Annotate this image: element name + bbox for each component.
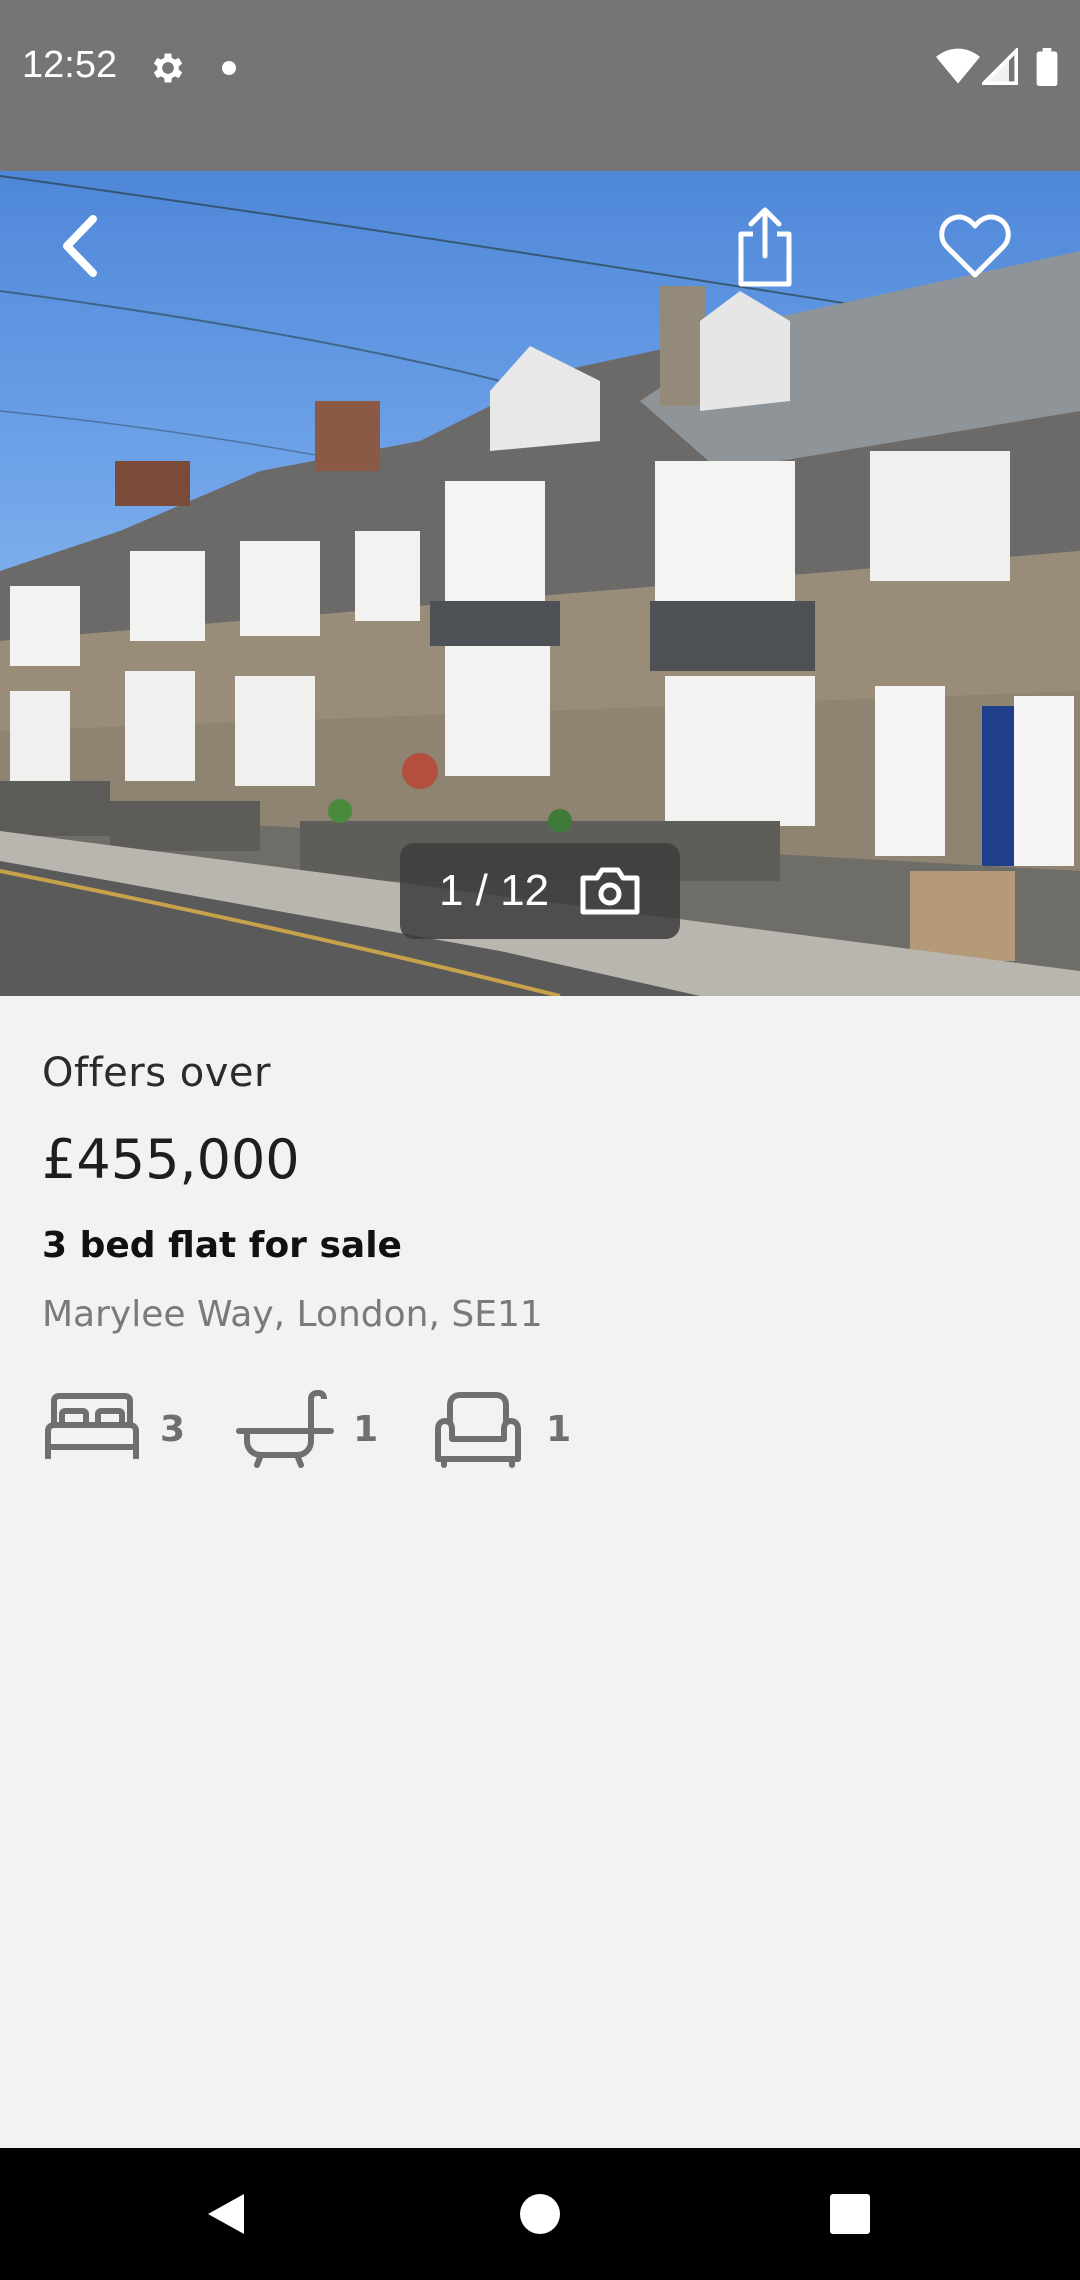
share-button[interactable] bbox=[725, 201, 805, 291]
bathrooms-count: 1 bbox=[353, 1408, 379, 1450]
armchair-icon bbox=[435, 1392, 522, 1468]
heart-icon bbox=[939, 214, 1011, 278]
features-row: 3 1 1 bbox=[42, 1389, 1042, 1469]
wifi-icon bbox=[936, 48, 980, 84]
back-button[interactable] bbox=[40, 206, 120, 286]
nav-home-button[interactable] bbox=[474, 2148, 606, 2280]
share-icon bbox=[738, 207, 792, 287]
property-address: Marylee Way, London, SE11 bbox=[42, 1294, 543, 1335]
nav-recents-button[interactable] bbox=[784, 2148, 916, 2280]
status-time: 12:52 bbox=[22, 44, 118, 86]
bedrooms-count: 3 bbox=[160, 1408, 186, 1450]
photo-counter[interactable]: 1 / 12 bbox=[400, 843, 680, 939]
bed-icon bbox=[45, 1393, 139, 1459]
signal-icon bbox=[982, 48, 1018, 85]
dot-icon bbox=[222, 61, 236, 75]
status-bar: 12:52 bbox=[0, 0, 1080, 171]
listing-details: Offers over £455,000 3 bed flat for sale… bbox=[42, 1050, 1042, 1469]
nav-recents-icon bbox=[830, 2194, 870, 2234]
price-qualifier: Offers over bbox=[42, 1050, 271, 1096]
battery-icon bbox=[1036, 48, 1058, 86]
back-arrow-icon bbox=[63, 215, 97, 277]
nav-home-icon bbox=[520, 2194, 560, 2234]
nav-back-icon bbox=[208, 2194, 244, 2234]
favourite-button[interactable] bbox=[935, 206, 1015, 286]
gear-icon bbox=[153, 53, 183, 83]
property-photo[interactable]: 1 / 12 bbox=[0, 171, 1080, 996]
bathrooms-feature: 1 bbox=[235, 1389, 378, 1469]
camera-icon bbox=[580, 867, 640, 915]
system-nav-bar bbox=[0, 2148, 1080, 2280]
price: £455,000 bbox=[42, 1128, 300, 1191]
photo-counter-label: 1 / 12 bbox=[438, 866, 550, 915]
bath-icon bbox=[236, 1390, 335, 1468]
reception-rooms-feature: 1 bbox=[428, 1389, 571, 1469]
property-title: 3 bed flat for sale bbox=[42, 1225, 402, 1266]
bedrooms-feature: 3 bbox=[42, 1389, 185, 1469]
reception-rooms-count: 1 bbox=[546, 1408, 572, 1450]
nav-back-button[interactable] bbox=[160, 2148, 292, 2280]
